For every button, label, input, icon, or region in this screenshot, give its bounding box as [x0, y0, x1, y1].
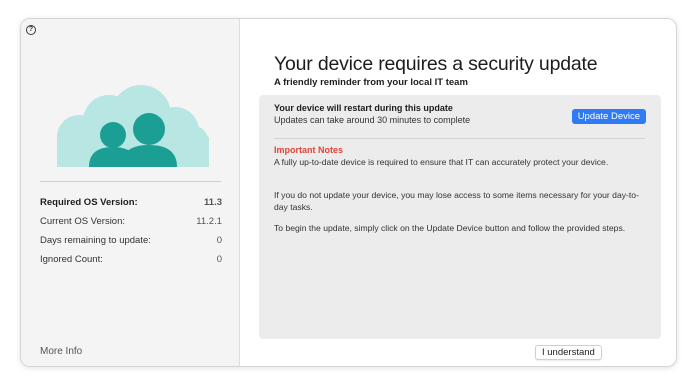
note-paragraph: A fully up-to-date device is required to…: [274, 157, 609, 167]
info-label: Current OS Version:: [40, 216, 126, 227]
info-label: Days remaining to update:: [40, 235, 151, 246]
sidebar-divider: [40, 181, 221, 182]
note-paragraph: If you do not update your device, you ma…: [274, 190, 639, 212]
info-panel: Your device will restart during this upd…: [259, 95, 661, 339]
note-paragraph: To begin the update, simply click on the…: [274, 223, 626, 233]
restart-subtitle: Updates can take around 30 minutes to co…: [274, 115, 471, 125]
more-info-link[interactable]: More Info: [40, 346, 82, 357]
cloud-users-icon: [57, 85, 209, 167]
info-label: Required OS Version:: [40, 197, 138, 208]
help-icon[interactable]: ?: [26, 25, 36, 35]
info-value: 11.2.1: [196, 216, 222, 227]
i-understand-button[interactable]: I understand: [535, 345, 602, 360]
update-window: ? Required OS Version: 11.3 Current OS V…: [20, 18, 677, 367]
update-device-button[interactable]: Update Device: [571, 109, 646, 124]
days-remaining-row: Days remaining to update: 0: [40, 235, 222, 246]
info-value: 0: [216, 235, 222, 246]
info-value: 11.3: [204, 197, 222, 208]
sidebar: ? Required OS Version: 11.3 Current OS V…: [21, 19, 240, 366]
main-content: Your device requires a security update A…: [241, 19, 676, 366]
ignored-count-row: Ignored Count: 0: [40, 254, 222, 265]
page-title: Your device requires a security update: [274, 53, 598, 75]
restart-title: Your device will restart during this upd…: [274, 103, 453, 113]
important-notes-title: Important Notes: [274, 145, 344, 155]
info-label: Ignored Count:: [40, 254, 103, 265]
current-os-row: Current OS Version: 11.2.1: [40, 216, 222, 227]
panel-divider: [274, 138, 645, 139]
required-os-row: Required OS Version: 11.3: [40, 197, 222, 208]
page-subtitle: A friendly reminder from your local IT t…: [274, 77, 468, 88]
info-value: 0: [216, 254, 222, 265]
